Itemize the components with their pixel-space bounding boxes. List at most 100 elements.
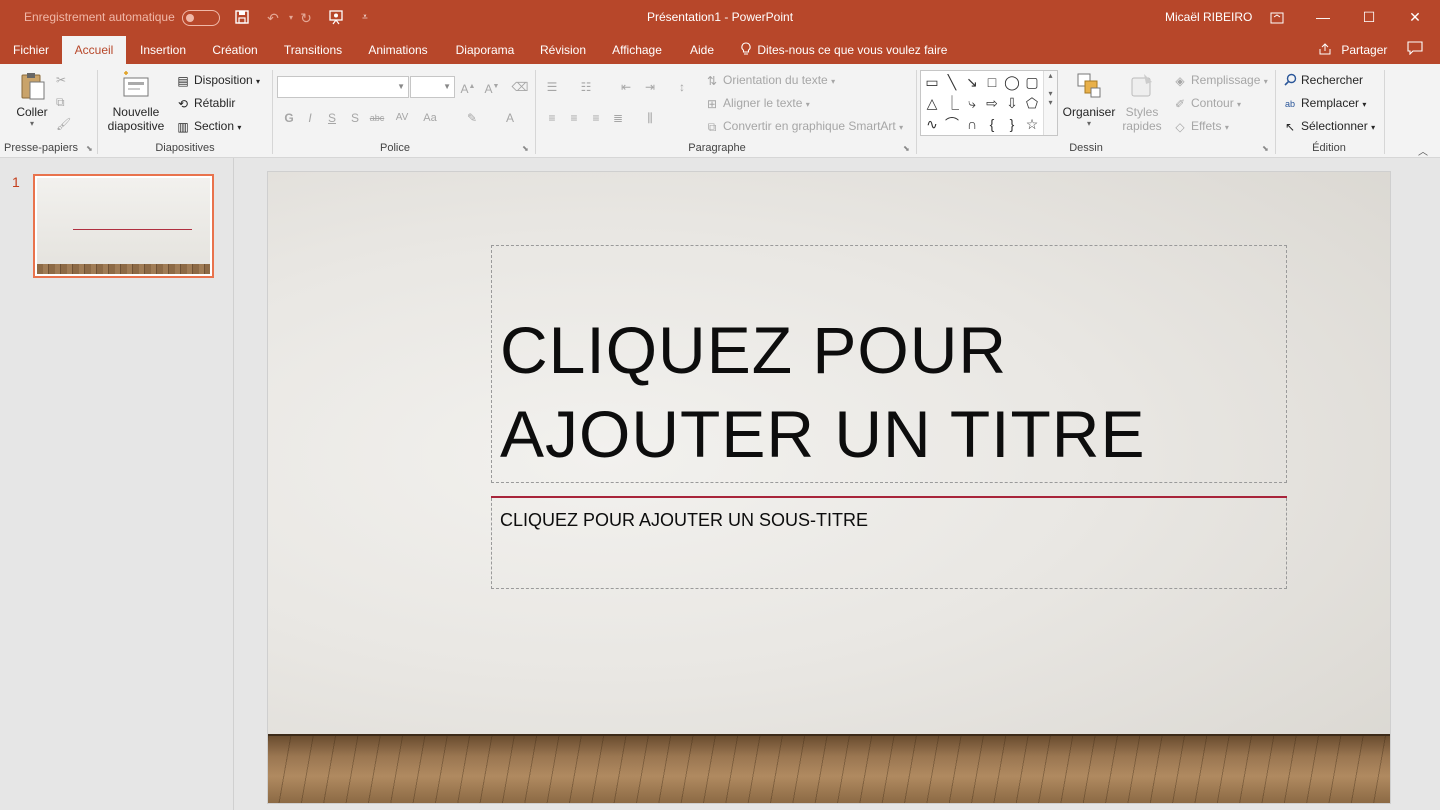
justify-icon[interactable]: ≣	[608, 108, 628, 128]
curve-shape-icon[interactable]: ∩	[963, 115, 981, 133]
title-placeholder[interactable]: CLIQUEZ POUR AJOUTER UN TITRE	[491, 245, 1287, 483]
tab-insertion[interactable]: Insertion	[130, 36, 196, 64]
arrange-label: Organiser	[1062, 105, 1116, 119]
freeform-shape-icon[interactable]: ∿	[923, 115, 941, 133]
increase-font-icon[interactable]: A▲	[458, 77, 478, 97]
line-spacing-icon[interactable]: ↕	[672, 77, 692, 97]
drawing-launcher-icon[interactable]: ⬊	[1262, 144, 1272, 154]
paste-dropdown-icon[interactable]: ▾	[10, 119, 54, 128]
tab-creation[interactable]: Création	[204, 36, 266, 64]
right-arrow-shape-icon[interactable]: ⇨	[983, 94, 1001, 112]
cut-icon[interactable]: ✂	[56, 70, 66, 90]
comments-icon[interactable]	[1405, 40, 1425, 60]
shape-effects-button[interactable]: ◇ Effets ▾	[1172, 116, 1228, 136]
rectangle-shape-icon[interactable]: □	[983, 73, 1001, 91]
align-right-icon[interactable]: ≡	[586, 108, 606, 128]
user-name[interactable]: Micaël RIBEIRO	[1165, 10, 1252, 24]
change-case-icon[interactable]: Aa	[420, 108, 440, 128]
text-direction-button[interactable]: ⇅ Orientation du texte ▾	[704, 70, 835, 90]
arc-shape-icon[interactable]: ⌒	[943, 115, 961, 133]
arrow-line-shape-icon[interactable]: ↘	[963, 73, 981, 91]
format-painter-icon[interactable]: 🖌	[56, 114, 71, 134]
paste-button[interactable]: Coller ▾	[10, 70, 54, 128]
decrease-font-icon[interactable]: A▼	[482, 77, 502, 97]
collapse-ribbon-icon[interactable]: ︿	[1418, 143, 1428, 158]
find-button[interactable]: Rechercher	[1282, 70, 1363, 90]
shape-outline-button[interactable]: ✐ Contour ▾	[1172, 93, 1241, 113]
quick-styles-button[interactable]: Styles rapides	[1118, 70, 1166, 133]
layout-button[interactable]: ▤ Disposition ▾	[175, 70, 260, 90]
replace-button[interactable]: ab Remplacer ▾	[1282, 93, 1366, 113]
font-size-combo[interactable]: ▼	[410, 76, 455, 98]
down-arrow-shape-icon[interactable]: ⇩	[1003, 94, 1021, 112]
reset-button[interactable]: ⟲ Rétablir	[175, 93, 235, 113]
shadow-icon[interactable]: S	[345, 108, 365, 128]
decrease-indent-icon[interactable]: ⇤	[616, 77, 636, 97]
tab-transitions[interactable]: Transitions	[276, 36, 350, 64]
start-slideshow-icon[interactable]	[327, 9, 345, 27]
align-text-button[interactable]: ⊞ Aligner le texte ▾	[704, 93, 810, 113]
elbow-arrow-shape-icon[interactable]: ⤷	[963, 94, 981, 112]
section-button[interactable]: ▥ Section ▾	[175, 116, 241, 136]
underline-icon[interactable]: S	[322, 108, 342, 128]
autosave-toggle[interactable]	[182, 10, 220, 26]
textbox-shape-icon[interactable]: ▭	[923, 73, 941, 91]
new-slide-button[interactable]: Nouvelle diapositive	[102, 70, 170, 133]
paragraph-launcher-icon[interactable]: ⬊	[903, 144, 913, 154]
tell-me-search[interactable]: Dites-nous ce que vous voulez faire	[740, 36, 947, 64]
rounded-rectangle-shape-icon[interactable]: ▢	[1023, 73, 1041, 91]
increase-indent-icon[interactable]: ⇥	[640, 77, 660, 97]
highlight-icon[interactable]: ✎	[462, 108, 482, 128]
numbering-icon[interactable]: ☷	[576, 77, 596, 97]
align-center-icon[interactable]: ≡	[564, 108, 584, 128]
minimize-icon[interactable]: —	[1300, 0, 1346, 36]
close-icon[interactable]: ✕	[1392, 0, 1438, 36]
convert-smartart-button[interactable]: ⧉ Convertir en graphique SmartArt ▾	[704, 116, 903, 136]
font-name-combo[interactable]: ▼	[277, 76, 409, 98]
tab-accueil[interactable]: Accueil	[62, 36, 126, 64]
clear-formatting-icon[interactable]: ⌫	[510, 77, 530, 97]
strikethrough-icon[interactable]: abc	[367, 108, 387, 128]
columns-icon[interactable]: ⫼	[640, 108, 660, 128]
align-left-icon[interactable]: ≡	[542, 108, 562, 128]
slide-canvas[interactable]: CLIQUEZ POUR AJOUTER UN TITRE CLIQUEZ PO…	[268, 172, 1390, 803]
tab-aide[interactable]: Aide	[682, 36, 722, 64]
tab-fichier[interactable]: Fichier	[4, 36, 58, 64]
shapes-gallery-scrollbar[interactable]: ▴ ▾ ▾	[1043, 71, 1057, 135]
shape-fill-button[interactable]: ◈ Remplissage ▾	[1172, 70, 1267, 90]
right-brace-shape-icon[interactable]: }	[1003, 115, 1021, 133]
bullets-icon[interactable]: ☰	[542, 77, 562, 97]
tab-revision[interactable]: Révision	[532, 36, 594, 64]
font-launcher-icon[interactable]: ⬊	[522, 144, 532, 154]
select-button[interactable]: ↖ Sélectionner ▾	[1282, 116, 1375, 136]
bold-icon[interactable]: G	[279, 108, 299, 128]
oval-shape-icon[interactable]: ◯	[1003, 73, 1021, 91]
chevron-down-icon: ▾	[1362, 100, 1367, 109]
left-brace-shape-icon[interactable]: {	[983, 115, 1001, 133]
save-icon[interactable]	[233, 9, 251, 27]
star-shape-icon[interactable]: ☆	[1023, 115, 1041, 133]
ribbon-display-options-icon[interactable]	[1254, 0, 1300, 36]
arrange-button[interactable]: Organiser ▾	[1060, 70, 1118, 128]
slide-thumbnail[interactable]	[33, 174, 214, 278]
character-spacing-icon[interactable]: AV	[392, 108, 412, 128]
tab-animations[interactable]: Animations	[360, 36, 436, 64]
font-color-icon[interactable]: A	[500, 108, 520, 128]
tab-diaporama[interactable]: Diaporama	[448, 36, 522, 64]
undo-icon[interactable]: ↶	[264, 9, 282, 27]
italic-icon[interactable]: I	[300, 108, 320, 128]
maximize-icon[interactable]: ☐	[1346, 0, 1392, 36]
redo-icon[interactable]: ↻	[297, 9, 315, 27]
share-button[interactable]: Partager	[1318, 36, 1387, 64]
flowchart-shape-icon[interactable]: ⬠	[1023, 94, 1041, 112]
tab-affichage[interactable]: Affichage	[604, 36, 670, 64]
customize-qat-icon[interactable]: ⩡	[356, 9, 374, 27]
line-shape-icon[interactable]: ╲	[943, 73, 961, 91]
copy-icon[interactable]: ⧉	[56, 92, 65, 112]
triangle-shape-icon[interactable]: △	[923, 94, 941, 112]
subtitle-placeholder[interactable]: CLIQUEZ POUR AJOUTER UN SOUS-TITRE	[491, 498, 1287, 589]
elbow-connector-shape-icon[interactable]: ⎿	[943, 94, 961, 112]
new-slide-label-line2: diapositive	[107, 119, 165, 133]
clipboard-launcher-icon[interactable]: ⬊	[86, 144, 96, 154]
shapes-gallery[interactable]: ▭ ╲ ↘ □ ◯ ▢ △ ⎿ ⤷ ⇨ ⇩ ⬠ ∿ ⌒ ∩ { } ☆ ▴ ▾ ▾	[920, 70, 1058, 136]
